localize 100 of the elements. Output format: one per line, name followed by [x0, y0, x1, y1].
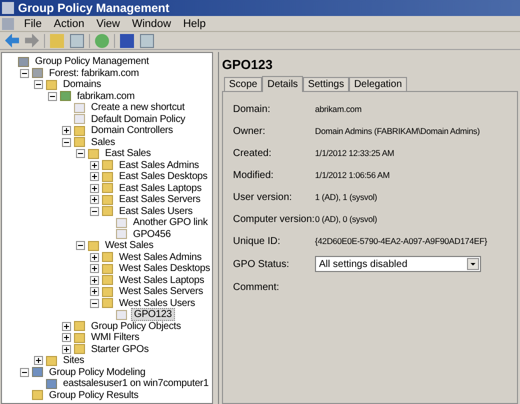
expand-icon[interactable]: [90, 287, 99, 296]
collapse-icon[interactable]: [20, 368, 29, 377]
menu-item[interactable]: Help: [177, 16, 212, 30]
collapse-icon[interactable]: [48, 92, 57, 101]
tree-item[interactable]: West Sales Users: [117, 298, 198, 309]
folder-icon: [102, 172, 113, 182]
folder-icon: [102, 194, 113, 205]
expand-icon[interactable]: [90, 252, 99, 262]
collapse-icon[interactable]: [62, 138, 71, 147]
tree-item[interactable]: Create a new shortcut: [89, 102, 187, 114]
field-label: Computer version:: [233, 212, 315, 226]
field-value: 1/1/2012 1:06:56 AM: [315, 168, 390, 182]
tree-item[interactable]: Group Policy Modeling: [47, 366, 148, 378]
field-label: GPO Status:: [233, 258, 290, 272]
field-label: Unique ID:: [233, 234, 282, 248]
folder-icon: [74, 126, 85, 136]
expand-icon[interactable]: [90, 276, 99, 285]
folder-icon: [46, 356, 57, 366]
tree-item[interactable]: East Sales Desktops: [117, 171, 210, 182]
tree-item[interactable]: eastsalesuser1 on win7computer1: [61, 378, 211, 390]
tree-item[interactable]: Domains: [61, 79, 104, 90]
folder-icon: [32, 390, 43, 400]
folder-icon: [46, 80, 57, 90]
field-value: 1 (AD), 1 (sysvol): [315, 190, 378, 204]
expand-icon[interactable]: [62, 333, 71, 342]
tree-item[interactable]: West Sales Desktops: [117, 263, 212, 274]
folder-icon: [102, 264, 113, 274]
tree-item[interactable]: West Sales Servers: [117, 286, 206, 298]
field-value: 1/1/2012 12:33:25 AM: [315, 146, 394, 160]
field-label: Domain:: [233, 102, 272, 116]
menu-item[interactable]: View: [90, 16, 126, 30]
expand-icon[interactable]: [90, 195, 99, 204]
folder-icon: [74, 332, 85, 343]
tree-item[interactable]: West Sales Laptops: [117, 274, 206, 286]
field-label: User version:: [233, 190, 293, 204]
menu-item[interactable]: Window: [126, 16, 178, 30]
collapse-icon[interactable]: [90, 298, 99, 308]
expand-icon[interactable]: [90, 184, 99, 193]
tree-item[interactable]: Domain Controllers: [89, 125, 175, 136]
window-title: Group Policy Management: [18, 1, 170, 15]
field-label: Modified:: [233, 168, 275, 182]
tree-item[interactable]: Another GPO link: [131, 217, 210, 228]
folder-icon: [88, 240, 99, 251]
expand-icon[interactable]: [90, 264, 99, 274]
tree-item[interactable]: Forest: fabrikam.com: [47, 68, 141, 79]
tree-item[interactable]: West Sales Admins: [117, 252, 204, 263]
expand-icon[interactable]: [90, 172, 99, 182]
tree-item[interactable]: GPO123: [131, 308, 175, 322]
folder-icon: [102, 275, 113, 286]
tree-item[interactable]: Group Policy Results: [47, 390, 140, 401]
tree-item[interactable]: Sites: [61, 355, 86, 366]
folder-icon: [74, 321, 85, 332]
field-label: Owner:: [233, 124, 266, 138]
expand-icon[interactable]: [34, 356, 43, 366]
tree-item[interactable]: East Sales: [103, 148, 153, 160]
tree-item[interactable]: Default Domain Policy: [89, 114, 188, 125]
folder-icon: [88, 148, 99, 159]
panel-title: GPO123: [222, 57, 274, 73]
tree-item[interactable]: East Sales Admins: [117, 160, 201, 171]
menu-item[interactable]: Action: [48, 16, 90, 30]
folder-icon: [102, 298, 113, 308]
collapse-icon[interactable]: [76, 241, 85, 250]
tree-item[interactable]: Sales: [89, 136, 118, 148]
tree-item[interactable]: WMI Filters: [89, 332, 142, 344]
folder-icon: [102, 160, 113, 170]
folder-icon: [102, 286, 113, 297]
collapse-icon[interactable]: [76, 149, 85, 158]
folder-icon: [102, 252, 113, 262]
collapse-icon[interactable]: [90, 206, 99, 216]
tab[interactable]: Scope: [224, 77, 262, 91]
folder-icon: [74, 344, 85, 354]
field-value: 0 (AD), 0 (sysvol): [315, 212, 378, 226]
field-label: Comment:: [233, 280, 280, 294]
expand-icon[interactable]: [62, 322, 71, 331]
folder-icon: [74, 137, 85, 148]
collapse-icon[interactable]: [34, 80, 43, 90]
collapse-icon[interactable]: [20, 68, 29, 78]
tree-item[interactable]: East Sales Servers: [117, 194, 202, 206]
tree-item[interactable]: Starter GPOs: [89, 344, 151, 355]
tree-item[interactable]: GPO456: [131, 228, 173, 240]
tree-item[interactable]: Group Policy Objects: [89, 320, 183, 332]
menu-item[interactable]: File: [18, 16, 48, 30]
field-label: Created:: [233, 146, 272, 160]
field-value: Domain Admins (FABRIKAM\Domain Admins): [315, 124, 480, 138]
tree-item[interactable]: fabrikam.com: [75, 90, 137, 102]
status-dropdown[interactable]: All settings disabled: [315, 256, 481, 272]
tree-item[interactable]: East Sales Users: [117, 206, 194, 217]
expand-icon[interactable]: [90, 160, 99, 170]
folder-icon: [102, 206, 113, 216]
field-value: abrikam.com: [315, 102, 362, 116]
tab[interactable]: Details: [262, 76, 303, 92]
tree-item[interactable]: West Sales: [103, 240, 156, 252]
folder-icon: [102, 183, 113, 194]
tree-item[interactable]: Group Policy Management: [33, 56, 151, 68]
tab[interactable]: Settings: [302, 77, 350, 91]
field-value: {42D60E0E-5790-4EA2-A097-A9F90AD174EF}: [315, 234, 487, 248]
expand-icon[interactable]: [62, 126, 71, 136]
expand-icon[interactable]: [62, 344, 71, 354]
tree-item[interactable]: East Sales Laptops: [117, 182, 204, 194]
tab[interactable]: Delegation: [349, 77, 407, 91]
